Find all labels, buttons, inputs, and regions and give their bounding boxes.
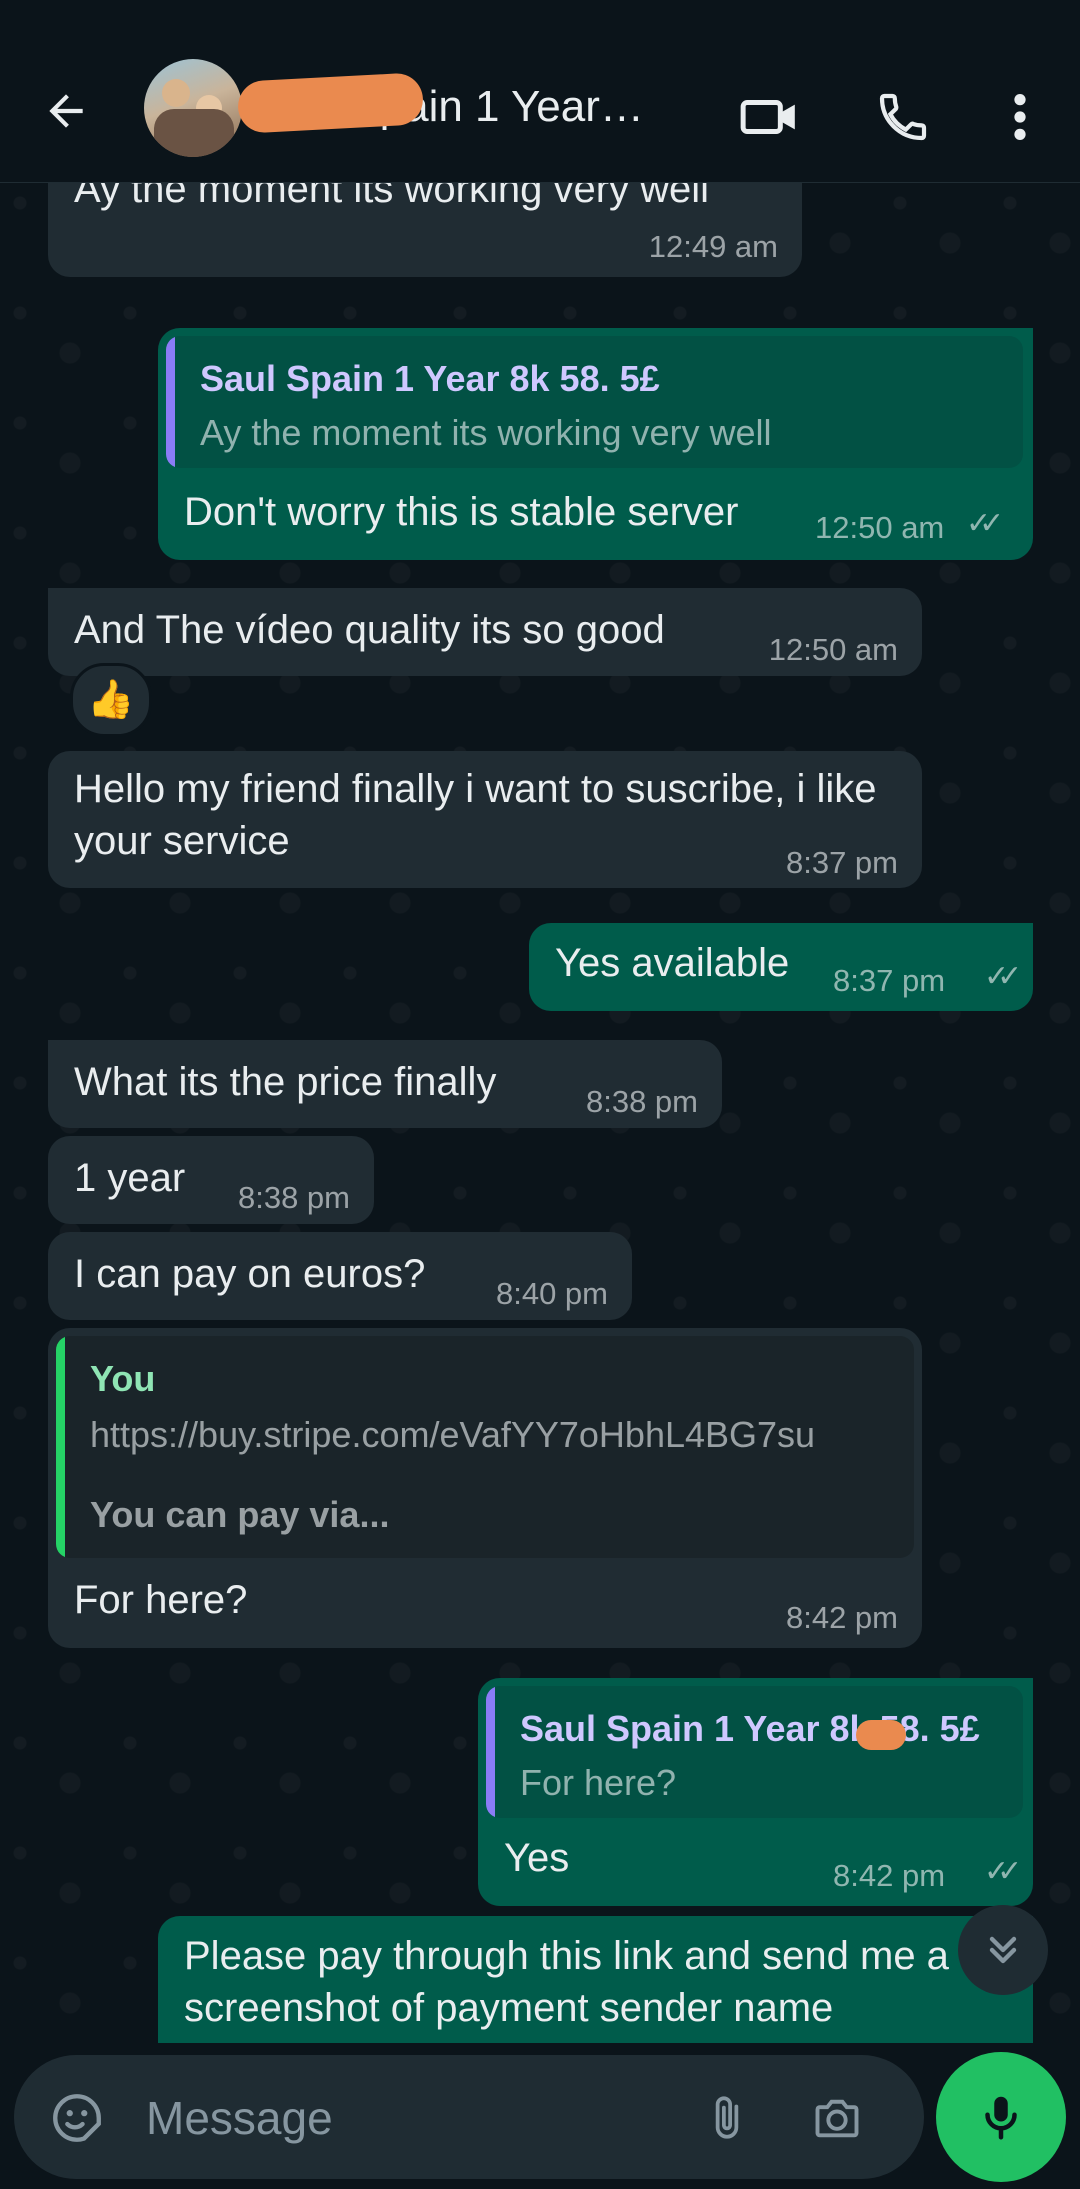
message-time: 12:49 am bbox=[648, 229, 778, 264]
message-text: And The vídeo quality its so good bbox=[74, 608, 665, 652]
redaction-mark bbox=[856, 1720, 906, 1750]
quote-author: Saul Spain 1 Year 8k 58. 5£ bbox=[200, 358, 660, 399]
avatar[interactable] bbox=[144, 59, 242, 157]
quote-bar bbox=[56, 1336, 65, 1558]
message-composer bbox=[14, 2055, 924, 2179]
message-text: Please pay through this link and send me… bbox=[184, 1934, 949, 2030]
message-outgoing[interactable]: Please pay through this link and send me… bbox=[158, 1916, 1033, 2043]
message-incoming[interactable]: I can pay on euros? 8:40 pm bbox=[48, 1232, 632, 1320]
quote-text: Ay the moment its working very well bbox=[200, 412, 772, 453]
camera-icon[interactable] bbox=[804, 2085, 870, 2151]
message-text: Yes available bbox=[555, 941, 790, 985]
video-camera-icon[interactable] bbox=[735, 82, 805, 152]
avatar-photo-person-1 bbox=[162, 79, 190, 107]
message-text: What its the price finally bbox=[74, 1060, 497, 1104]
message-text: Don't worry this is stable server bbox=[184, 490, 739, 534]
avatar-photo-ground bbox=[154, 109, 234, 157]
message-time: 12:50 am bbox=[768, 632, 898, 667]
chat-area[interactable]: Ay the moment its working very well 12:4… bbox=[0, 183, 1080, 2043]
message-text: Hello my friend finally i want to suscri… bbox=[74, 767, 877, 863]
paperclip-icon[interactable] bbox=[694, 2085, 760, 2151]
message-input[interactable] bbox=[144, 2077, 688, 2159]
message-time: 8:38 pm bbox=[585, 1084, 698, 1119]
quote-text: For here? bbox=[520, 1762, 677, 1803]
read-receipt-icon: ✓✓ bbox=[984, 960, 1022, 993]
message-time: 8:42 pm bbox=[833, 1858, 946, 1893]
message-text: For here? bbox=[74, 1578, 248, 1622]
quote-bar bbox=[486, 1686, 495, 1818]
message-incoming[interactable]: Hello my friend finally i want to suscri… bbox=[48, 751, 922, 888]
arrow-left-icon[interactable] bbox=[30, 75, 102, 147]
microphone-icon[interactable] bbox=[936, 2052, 1066, 2182]
phone-icon[interactable] bbox=[868, 82, 938, 152]
message-incoming[interactable]: What its the price finally 8:38 pm bbox=[48, 1040, 722, 1128]
message-outgoing[interactable]: Saul Spain 1 Year 8k 58. 5£ Ay the momen… bbox=[158, 328, 1033, 560]
reaction-thumbs-up-icon[interactable]: 👍 bbox=[70, 663, 152, 737]
message-incoming[interactable]: 1 year 8:38 pm bbox=[48, 1136, 374, 1224]
double-chevron-down-icon[interactable] bbox=[958, 1905, 1048, 1995]
read-receipt-icon: ✓✓ bbox=[984, 1855, 1022, 1888]
quote-author: You bbox=[90, 1358, 156, 1399]
more-vertical-icon[interactable] bbox=[985, 82, 1055, 152]
message-text: 1 year bbox=[74, 1156, 186, 1200]
quote-preview: You can pay via... bbox=[90, 1494, 390, 1535]
message-incoming[interactable]: You https://buy.stripe.com/eVafYY7oHbhL4… bbox=[48, 1328, 922, 1648]
chat-header: Saul Spain 1 Year… bbox=[0, 20, 1080, 183]
sticker-icon[interactable] bbox=[44, 2085, 110, 2151]
message-text: Ay the moment its working very well bbox=[74, 183, 710, 211]
reply-quote[interactable]: Saul Spain 1 Year 8k 58. 5£ Ay the momen… bbox=[166, 336, 1023, 468]
quote-author: Saul Spain 1 Year 8k 58. 5£ bbox=[520, 1708, 980, 1749]
message-outgoing[interactable]: Yes available 8:37 pm ✓✓ bbox=[529, 923, 1033, 1011]
quote-bar bbox=[166, 336, 175, 468]
message-incoming[interactable]: Ay the moment its working very well 12:4… bbox=[48, 183, 802, 277]
message-time: 12:50 am bbox=[815, 510, 945, 545]
message-time: 8:40 pm bbox=[495, 1276, 608, 1311]
reply-quote[interactable]: Saul Spain 1 Year 8k 58. 5£ For here? bbox=[486, 1686, 1023, 1818]
quote-link: https://buy.stripe.com/eVafYY7oHbhL4BG7s… bbox=[90, 1414, 816, 1455]
status-bar bbox=[0, 0, 1080, 20]
message-time: 8:38 pm bbox=[237, 1180, 350, 1215]
message-time: 8:42 pm bbox=[785, 1600, 898, 1635]
redaction-mark bbox=[236, 72, 425, 134]
reply-quote[interactable]: You https://buy.stripe.com/eVafYY7oHbhL4… bbox=[56, 1336, 914, 1558]
message-text: Yes bbox=[504, 1836, 570, 1880]
message-incoming[interactable]: And The vídeo quality its so good 12:50 … bbox=[48, 588, 922, 676]
read-receipt-icon: ✓✓ bbox=[966, 507, 1004, 540]
message-outgoing[interactable]: Saul Spain 1 Year 8k 58. 5£ For here? Ye… bbox=[478, 1678, 1033, 1906]
message-time: 8:37 pm bbox=[833, 963, 946, 998]
message-text: I can pay on euros? bbox=[74, 1252, 426, 1296]
message-time: 8:37 pm bbox=[785, 845, 898, 880]
